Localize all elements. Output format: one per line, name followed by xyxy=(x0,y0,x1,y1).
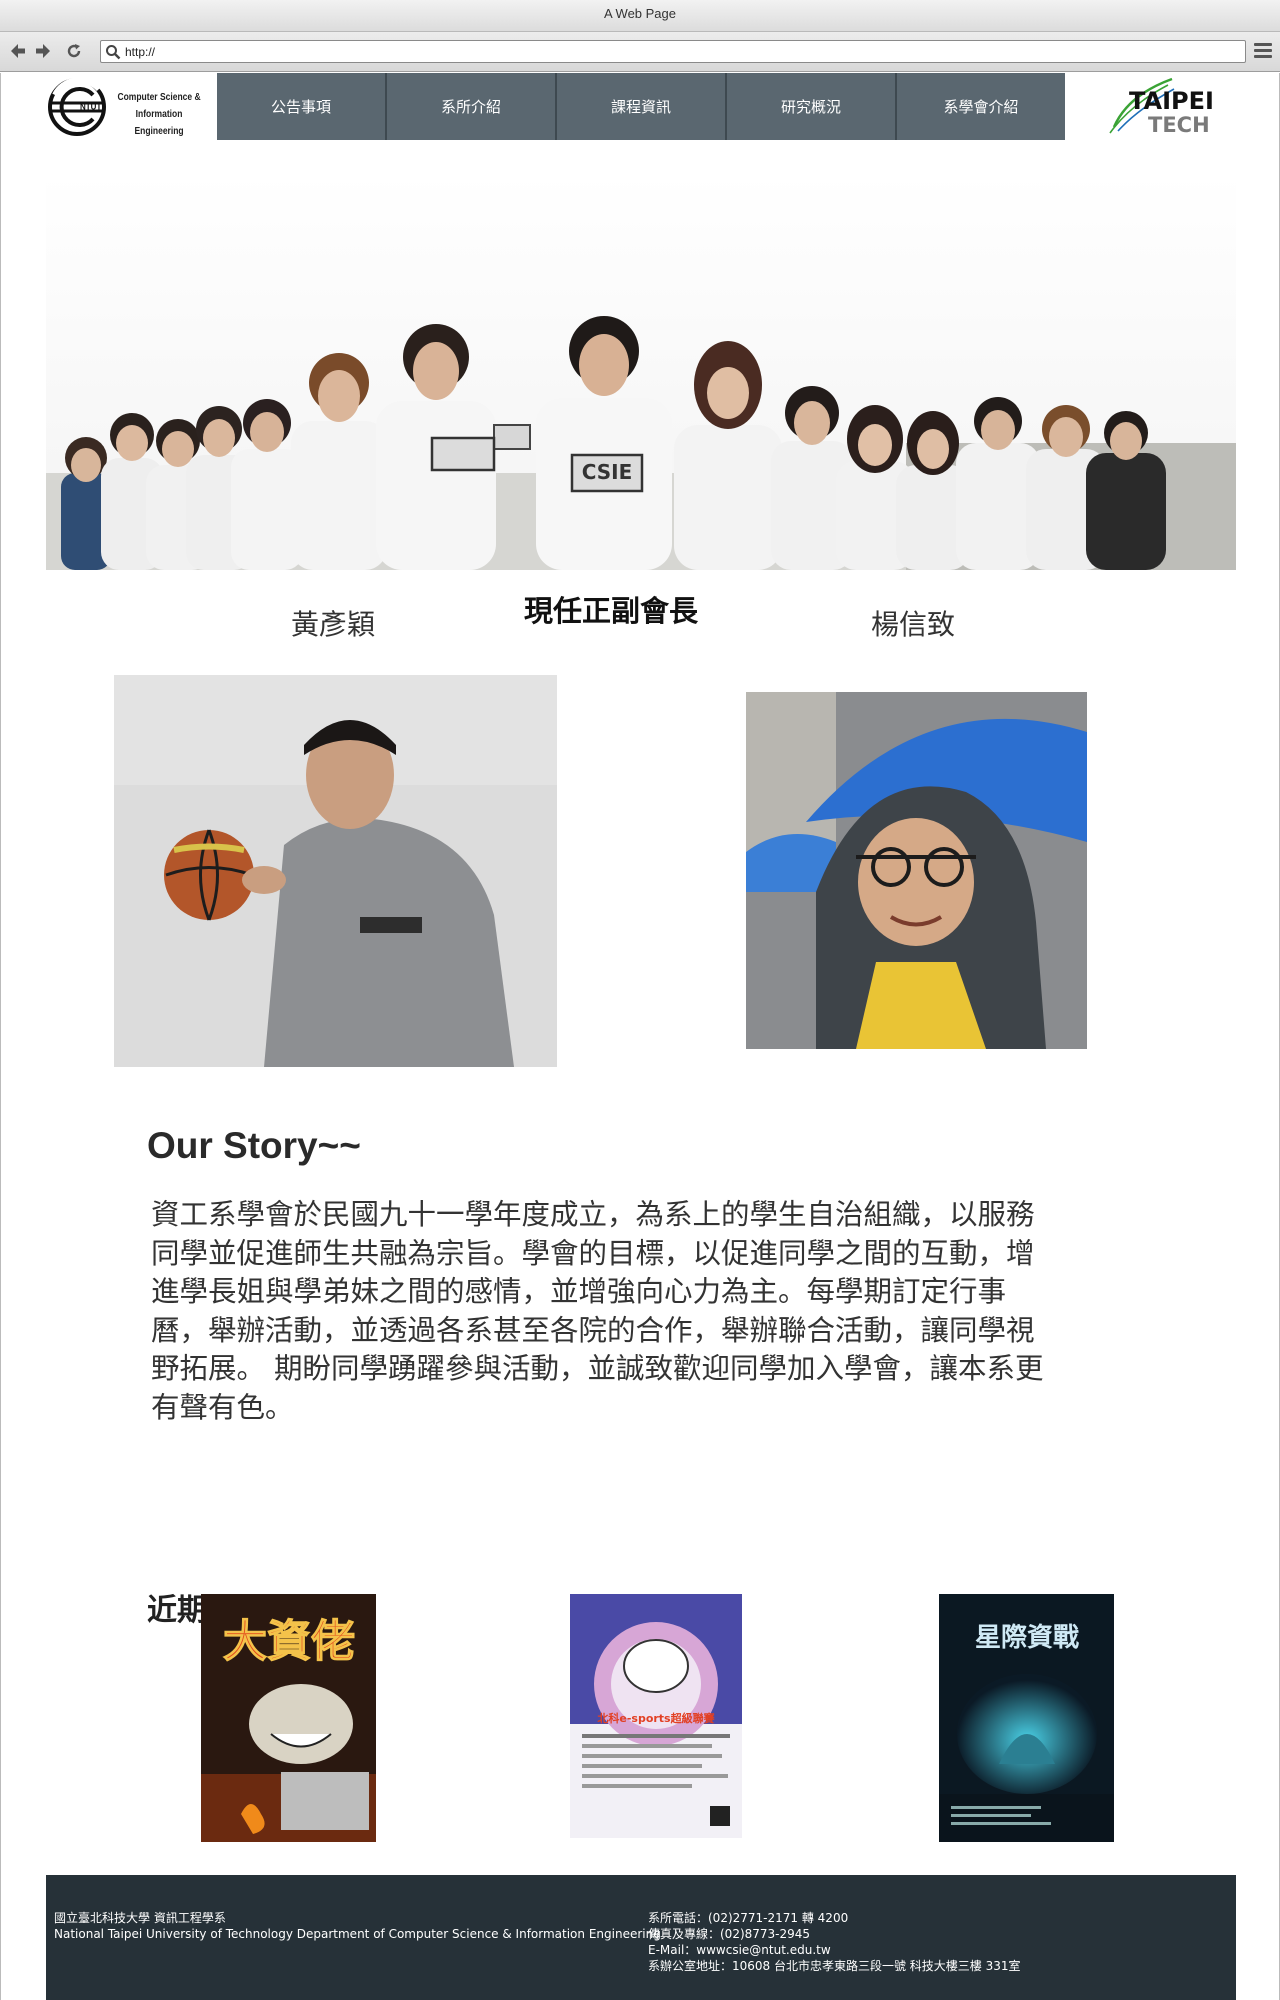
poster-3-headline: 星際資戰 xyxy=(975,1623,1079,1653)
site-header: NTUT Computer Science & Information Engi… xyxy=(46,73,1236,141)
taipei-tech-logo[interactable]: TAIPEI TECH xyxy=(1086,73,1236,141)
footer-phone: 系所電話：(02)2771-2171 轉 4200 xyxy=(648,1911,849,1925)
nav-item-announcements[interactable]: 公告事項 xyxy=(217,73,387,140)
officer-right-name: 楊信致 xyxy=(871,608,956,641)
logo-right-line-2: TECH xyxy=(1148,113,1210,137)
poster-2-headline: 北科e-sports超級聯賽 xyxy=(597,1711,715,1725)
logo-right-line-1: TAIPEI xyxy=(1129,87,1214,115)
story-line: 資工系學會於民國九十一學年度成立，為系上的學生自治組織，以服務 xyxy=(151,1198,1035,1231)
nav-item-research[interactable]: 研究概況 xyxy=(727,73,897,140)
reload-icon[interactable] xyxy=(64,41,84,61)
footer-fax: 傳真及專線：(02)8773-2945 xyxy=(648,1927,811,1941)
page-content: NTUT Computer Science & Information Engi… xyxy=(0,73,1280,2000)
window-titlebar: A Web Page xyxy=(0,0,1280,32)
event-poster-2[interactable]: 北科e-sports超級聯賽 xyxy=(570,1594,742,1838)
footer-dept-zh: 國立臺北科技大學 資訊工程學系 xyxy=(54,1911,226,1925)
footer-address: 系辦公室地址：10608 台北市忠孝東路三段一號 科技大樓三樓 331室 xyxy=(648,1959,1021,1973)
logo-left-line-1: Computer Science & xyxy=(117,92,201,103)
story-body: 資工系學會於民國九十一學年度成立，為系上的學生自治組織，以服務 同學並促進師生共… xyxy=(151,1196,1161,1428)
csie-logo[interactable]: NTUT Computer Science & Information Engi… xyxy=(46,73,216,141)
event-poster-3[interactable]: 星際資戰 xyxy=(939,1594,1114,1842)
footer-email[interactable]: E-Mail：wwwcsie@ntut.edu.tw xyxy=(648,1942,1021,1958)
browser-toolbar xyxy=(0,32,1280,72)
nav-item-department[interactable]: 系所介紹 xyxy=(387,73,557,140)
csie-emblem-icon: NTUT xyxy=(48,77,106,136)
footer-dept-en: National Taipei University of Technology… xyxy=(54,1927,661,1941)
story-line: 野拓展。 期盼同學踴躍參與活動，並誠致歡迎同學加入學會，讓本系更 xyxy=(151,1352,1044,1386)
officers-title: 現任正副會長 xyxy=(524,594,699,628)
poster-1-headline: 大資佬 xyxy=(223,1616,355,1667)
officer-left-name: 黃彥穎 xyxy=(291,608,376,641)
footer-contact: 系所電話：(02)2771-2171 轉 4200 傳真及專線：(02)8773… xyxy=(648,1910,1021,1974)
story-line: 有聲有色。 xyxy=(151,1390,294,1424)
shirt-text: CSIE xyxy=(582,460,633,484)
svg-text:NTUT: NTUT xyxy=(80,103,101,112)
hero-group-photo: CSIE xyxy=(46,173,1236,570)
window-title: A Web Page xyxy=(603,6,677,21)
hamburger-menu-icon[interactable] xyxy=(1254,43,1272,61)
story-title: Our Story~~ xyxy=(147,1125,361,1166)
event-poster-1[interactable]: 大資佬 xyxy=(201,1594,376,1842)
logo-left-text: Computer Science & Information Engineeri… xyxy=(114,89,204,140)
forward-arrow-icon[interactable] xyxy=(33,41,53,61)
logo-left-line-2: Information Engineering xyxy=(134,109,184,137)
footer-left: 國立臺北科技大學 資訊工程學系 National Taipei Universi… xyxy=(54,1910,661,1942)
nav-item-student-association[interactable]: 系學會介紹 xyxy=(897,73,1065,140)
main-nav: 公告事項 系所介紹 課程資訊 研究概況 系學會介紹 xyxy=(217,73,1065,140)
site-footer: 國立臺北科技大學 資訊工程學系 National Taipei Universi… xyxy=(46,1875,1236,2000)
officer-right-photo xyxy=(746,692,1087,1049)
story-line: 曆，舉辦活動，並透過各系甚至各院的合作，舉辦聯合活動，讓同學視 xyxy=(151,1313,1035,1347)
officer-left-photo xyxy=(114,675,557,1067)
search-icon xyxy=(106,45,121,60)
story-line: 同學並促進師生共融為宗旨。學會的目標，以促進同學之間的互動，增 xyxy=(151,1236,1035,1270)
address-bar[interactable] xyxy=(100,40,1246,63)
story-line: 進學長姐與學弟妹之間的感情，並增強向心力為主。每學期訂定行事 xyxy=(151,1275,1007,1309)
url-input[interactable] xyxy=(125,43,1235,60)
back-arrow-icon[interactable] xyxy=(8,41,28,61)
nav-item-courses[interactable]: 課程資訊 xyxy=(557,73,727,140)
